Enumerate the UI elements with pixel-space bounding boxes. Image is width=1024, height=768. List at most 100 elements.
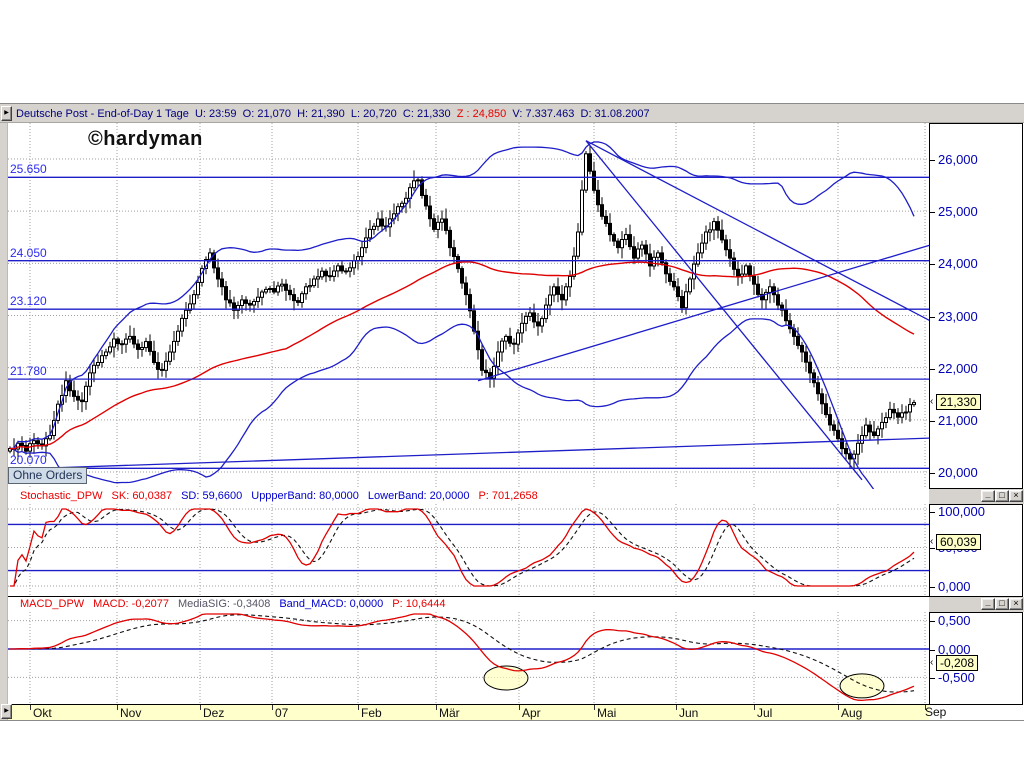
- macd-axis-tick: [930, 621, 935, 622]
- charting-app: ▶ Deutsche Post - End-of-Day 1 Tage U: 2…: [0, 0, 1024, 768]
- price-axis-tick: [930, 473, 935, 474]
- price-axis-label: 21,000: [938, 413, 978, 428]
- title-segment: O: 21,070: [243, 105, 297, 124]
- candlestick-canvas[interactable]: [8, 123, 929, 489]
- month-label: Jul: [757, 706, 772, 720]
- price-axis-label: 23,000: [938, 309, 978, 324]
- main-price-chart[interactable]: [8, 123, 929, 490]
- macd-close-button[interactable]: ×: [1009, 598, 1023, 610]
- macd-axis-tick: [930, 678, 935, 679]
- stochastic-axis[interactable]: 100,00050,0000,000‹60,039: [929, 504, 1023, 597]
- stochastic-minimize-button[interactable]: _: [981, 490, 995, 502]
- month-tick: [519, 705, 520, 710]
- month-tick: [117, 705, 118, 710]
- month-tick: [754, 705, 755, 710]
- price-axis-label: 25,000: [938, 204, 978, 219]
- level-label: 25.650: [10, 162, 47, 176]
- indicator-header-segment: Band_MACD: 0,0000: [279, 597, 383, 612]
- stochastic-axis-tick: [930, 587, 935, 588]
- title-segment: Z : 24,850: [457, 105, 513, 124]
- price-axis-label: 24,000: [938, 256, 978, 271]
- window-left-border: [0, 104, 8, 720]
- price-axis-last-value-tag: 21,330: [936, 394, 981, 410]
- macd-canvas[interactable]: [8, 612, 929, 704]
- indicator-header-segment: MACD_DPW: [20, 597, 84, 612]
- price-axis-tick: [930, 264, 935, 265]
- month-label: Nov: [120, 706, 141, 720]
- month-tick: [838, 705, 839, 710]
- orders-status-badge[interactable]: Ohne Orders: [8, 467, 87, 484]
- macd-axis-last-arrow: ‹: [930, 658, 933, 668]
- indicator-header-segment: P: 701,2658: [478, 489, 537, 504]
- month-tick: [676, 705, 677, 710]
- price-axis-label: 26,000: [938, 152, 978, 167]
- stochastic-axis-tick: [930, 512, 935, 513]
- month-label: Mai: [597, 706, 616, 720]
- indicator-header-segment: LowerBand: 20,0000: [368, 489, 470, 504]
- indicator-header-segment: MediaSIG: -0,3408: [178, 597, 270, 612]
- chart-title-bar[interactable]: ▶ Deutsche Post - End-of-Day 1 Tage U: 2…: [0, 104, 1024, 123]
- watermark: ©hardyman: [88, 128, 203, 151]
- indicator-header-segment: SK: 60,0387: [112, 489, 173, 504]
- macd-axis-label: 0,500: [938, 613, 971, 628]
- month-label: 07: [275, 706, 288, 720]
- stochastic-axis-label: 100,000: [938, 504, 985, 519]
- macd-axis-last-value-tag: -0,208: [936, 655, 978, 671]
- stochastic-canvas[interactable]: [8, 504, 929, 596]
- stochastic-axis-last-arrow: ‹: [930, 537, 933, 547]
- indicator-header-segment: Stochastic_DPW: [20, 489, 103, 504]
- title-segment: V: 7.337.463: [512, 105, 580, 124]
- month-label: Mär: [439, 706, 460, 720]
- quote-summary: Deutsche Post - End-of-Day 1 Tage U: 23:…: [16, 104, 650, 124]
- month-tick: [436, 705, 437, 710]
- title-segment: U: 23:59: [195, 105, 243, 124]
- level-label: 20.070: [10, 453, 47, 467]
- time-axis[interactable]: OktNovDez07FebMärAprMaiJunJulAug: [8, 704, 929, 720]
- title-segment: L: 20,720: [351, 105, 403, 124]
- price-axis-tick: [930, 160, 935, 161]
- macd-axis-tick: [930, 650, 935, 651]
- macd-maximize-button[interactable]: □: [995, 598, 1009, 610]
- price-axis-tick: [930, 421, 935, 422]
- stochastic-axis-label: 0,000: [938, 579, 971, 594]
- month-label: Dez: [203, 706, 224, 720]
- title-segment: C: 21,330: [403, 105, 457, 124]
- month-label: Feb: [361, 706, 382, 720]
- macd-minimize-button[interactable]: _: [981, 598, 995, 610]
- stochastic-close-button[interactable]: ×: [1009, 490, 1023, 502]
- titlebar-nav-button[interactable]: ▶: [1, 106, 12, 121]
- indicator-header-segment: UppperBand: 80,0000: [251, 489, 359, 504]
- macd-chart[interactable]: [8, 612, 929, 705]
- title-segment: H: 21,390: [297, 105, 351, 124]
- price-axis-tick: [930, 317, 935, 318]
- macd-header: MACD_DPW MACD: -0,2077 MediaSIG: -0,3408 Ba…: [8, 597, 929, 612]
- price-axis-label: 22,000: [938, 361, 978, 376]
- stochastic-maximize-button[interactable]: □: [995, 490, 1009, 502]
- title-segment: Deutsche Post - End-of-Day 1 Tage: [16, 105, 195, 124]
- month-label: Jun: [679, 706, 698, 720]
- month-tick: [594, 705, 595, 710]
- stochastic-axis-last-value-tag: 60,039: [936, 534, 981, 550]
- month-tick: [272, 705, 273, 710]
- macd-axis-label: -0,500: [938, 670, 975, 685]
- indicator-header-segment: MACD: -0,2077: [93, 597, 169, 612]
- macd-axis[interactable]: 0,5000,000-0,500‹-0,208: [929, 612, 1023, 705]
- price-axis-label: 20,000: [938, 465, 978, 480]
- stochastic-header: Stochastic_DPW SK: 60,0387 SD: 59,6600 Uppp…: [8, 489, 929, 504]
- title-segment: D: 31.08.2007: [581, 105, 650, 124]
- price-axis-tick: [930, 212, 935, 213]
- price-axis[interactable]: 26,000 25,000 24,000 23,000 22,000 21,000 20,0…: [929, 123, 1023, 489]
- month-tick: [30, 705, 31, 710]
- price-axis-tick: [930, 369, 935, 370]
- month-tick: [200, 705, 201, 710]
- month-label-sep: Sep: [925, 705, 946, 719]
- month-label: Apr: [522, 706, 541, 720]
- month-tick: [358, 705, 359, 710]
- level-label: 23.120: [10, 294, 47, 308]
- xaxis-nav-button[interactable]: ▶: [1, 704, 12, 719]
- level-label: 21.780: [10, 364, 47, 378]
- stochastic-axis-tick: [930, 548, 935, 549]
- window-bottom-edge: [0, 720, 1024, 721]
- indicator-header-segment: SD: 59,6600: [181, 489, 242, 504]
- stochastic-chart[interactable]: [8, 504, 929, 597]
